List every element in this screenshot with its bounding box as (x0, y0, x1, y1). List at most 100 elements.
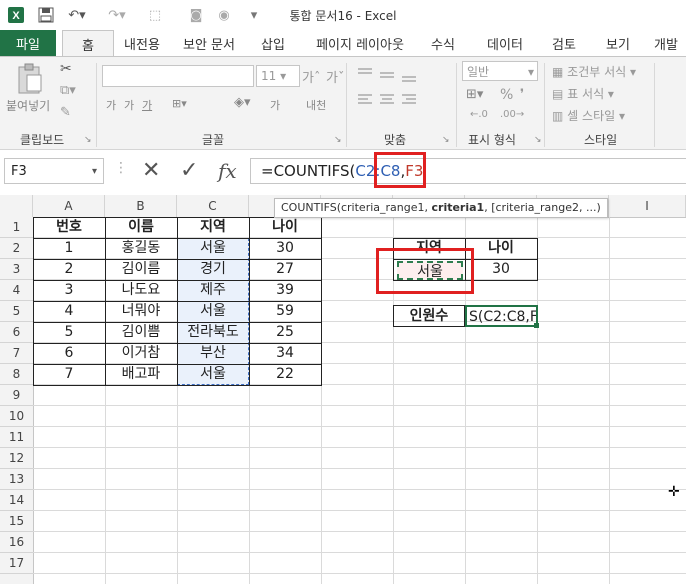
tab-file[interactable]: 파일 (0, 30, 56, 56)
table-cell[interactable]: 7 (33, 364, 105, 385)
clipboard-launcher-icon[interactable]: ↘ (84, 135, 92, 145)
decrease-decimal-icon[interactable]: .00→ (500, 109, 524, 120)
tab-view[interactable]: 보기 (596, 30, 640, 56)
row-header[interactable]: 12 (0, 448, 33, 469)
row-header[interactable]: 17 (0, 553, 33, 574)
percent-button[interactable]: % (500, 87, 513, 103)
number-launcher-icon[interactable]: ↘ (534, 135, 542, 145)
row-header[interactable]: 8 (0, 364, 33, 385)
italic-button[interactable]: 가 (124, 97, 134, 113)
tab-developer[interactable]: 개발 (646, 30, 686, 56)
table-cell[interactable]: 34 (249, 343, 321, 364)
table-cell[interactable]: 59 (249, 301, 321, 322)
number-format-select[interactable]: 일반 ▾ (462, 61, 538, 81)
column-header[interactable]: A (33, 195, 105, 217)
table-cell[interactable]: 이거참 (105, 343, 177, 364)
table-cell[interactable]: 서울 (177, 238, 249, 259)
font-launcher-icon[interactable]: ↘ (334, 135, 342, 145)
tab-home[interactable]: 홈 (62, 30, 114, 57)
fill-color-icon[interactable]: ◈▾ (234, 95, 251, 110)
name-box[interactable]: F3 ▾ (4, 158, 104, 184)
row-header[interactable]: 4 (0, 280, 33, 301)
shrink-font-icon[interactable]: 가ˇ (326, 67, 344, 86)
font-size-select[interactable]: 11 ▾ (256, 65, 300, 87)
table-cell[interactable]: 김이름 (105, 259, 177, 280)
criteria-cell[interactable]: 30 (465, 259, 537, 280)
table-cell[interactable]: 전라북도 (177, 322, 249, 343)
font-color-button[interactable]: 가 (270, 97, 280, 113)
increase-decimal-icon[interactable]: ←.0 (470, 109, 488, 120)
row-header[interactable]: 7 (0, 343, 33, 364)
row-header[interactable]: 6 (0, 322, 33, 343)
font-name-select[interactable] (102, 65, 254, 87)
cut-icon[interactable]: ✂ (60, 61, 72, 77)
row-header[interactable]: 14 (0, 490, 33, 511)
active-cell-f5[interactable]: S(C2:C8,F3 (465, 305, 538, 327)
cell-styles-button[interactable]: ▥ 셀 스타일 ▾ (552, 107, 625, 124)
table-cell[interactable]: 제주 (177, 280, 249, 301)
table-cell[interactable]: 6 (33, 343, 105, 364)
criteria-header[interactable]: 나이 (465, 238, 537, 259)
tab-formulas[interactable]: 수식 (420, 30, 466, 56)
table-cell[interactable]: 서울 (177, 301, 249, 322)
column-header[interactable]: I (609, 195, 686, 217)
table-cell[interactable]: 3 (33, 280, 105, 301)
table-cell[interactable]: 39 (249, 280, 321, 301)
comma-style-icon[interactable]: ❜ (520, 87, 524, 102)
function-tooltip[interactable]: COUNTIFS(criteria_range1, criteria1, [cr… (274, 198, 608, 218)
table-cell[interactable]: 김이쁨 (105, 322, 177, 343)
table-cell[interactable]: 22 (249, 364, 321, 385)
row-header[interactable]: 13 (0, 469, 33, 490)
fill-handle[interactable] (534, 323, 539, 328)
align-launcher-icon[interactable]: ↘ (442, 135, 450, 145)
table-header[interactable]: 번호 (33, 217, 105, 238)
row-header[interactable]: 2 (0, 238, 33, 259)
table-cell[interactable]: 2 (33, 259, 105, 280)
enter-icon[interactable]: ✓ (180, 158, 198, 184)
row-header[interactable]: 5 (0, 301, 33, 322)
table-cell[interactable]: 1 (33, 238, 105, 259)
bold-button[interactable]: 가 (106, 97, 116, 113)
underline-button[interactable]: 가 (142, 97, 152, 113)
tab-security[interactable]: 보안 문서 (176, 30, 242, 56)
tab-page-layout[interactable]: 페이지 레이아웃 (308, 30, 412, 56)
table-cell[interactable]: 부산 (177, 343, 249, 364)
table-cell[interactable]: 너뭐야 (105, 301, 177, 322)
table-cell[interactable]: 경기 (177, 259, 249, 280)
table-header[interactable]: 나이 (249, 217, 321, 238)
select-all-corner[interactable] (0, 195, 33, 217)
row-header[interactable]: 11 (0, 427, 33, 448)
row-header[interactable]: 16 (0, 532, 33, 553)
column-header[interactable]: C (177, 195, 249, 217)
paste-icon[interactable] (16, 63, 46, 97)
format-painter-icon[interactable]: ✎ (60, 105, 71, 120)
row-header[interactable]: 1 (0, 217, 33, 238)
table-cell[interactable]: 서울 (177, 364, 249, 385)
paste-button[interactable]: 붙여넣기 (6, 97, 50, 114)
count-label[interactable]: 인원수 (393, 305, 465, 327)
row-header[interactable]: 15 (0, 511, 33, 532)
table-cell[interactable]: 4 (33, 301, 105, 322)
conditional-format-button[interactable]: ▦ 조건부 서식 ▾ (552, 63, 636, 80)
border-icon[interactable]: ⊞▾ (172, 97, 187, 110)
cancel-icon[interactable]: ✕ (142, 158, 160, 184)
format-as-table-button[interactable]: ▤ 표 서식 ▾ (552, 85, 614, 102)
phonetic-icon[interactable]: 내천 (306, 97, 326, 113)
table-cell[interactable]: 30 (249, 238, 321, 259)
table-cell[interactable]: 5 (33, 322, 105, 343)
insert-function-icon[interactable]: fx (218, 158, 237, 184)
tab-review[interactable]: 검토 (542, 30, 586, 56)
table-cell[interactable]: 27 (249, 259, 321, 280)
grow-font-icon[interactable]: 가ˆ (302, 67, 320, 86)
column-header[interactable]: B (105, 195, 177, 217)
table-cell[interactable]: 홍길동 (105, 238, 177, 259)
row-header[interactable]: 10 (0, 406, 33, 427)
tab-insert[interactable]: 삽입 (250, 30, 296, 56)
table-cell[interactable]: 25 (249, 322, 321, 343)
alignment-buttons[interactable] (356, 65, 426, 121)
row-header[interactable]: 9 (0, 385, 33, 406)
table-header[interactable]: 이름 (105, 217, 177, 238)
tab-custom[interactable]: 내전용 (112, 30, 172, 56)
table-cell[interactable]: 나도요 (105, 280, 177, 301)
row-header[interactable]: 3 (0, 259, 33, 280)
